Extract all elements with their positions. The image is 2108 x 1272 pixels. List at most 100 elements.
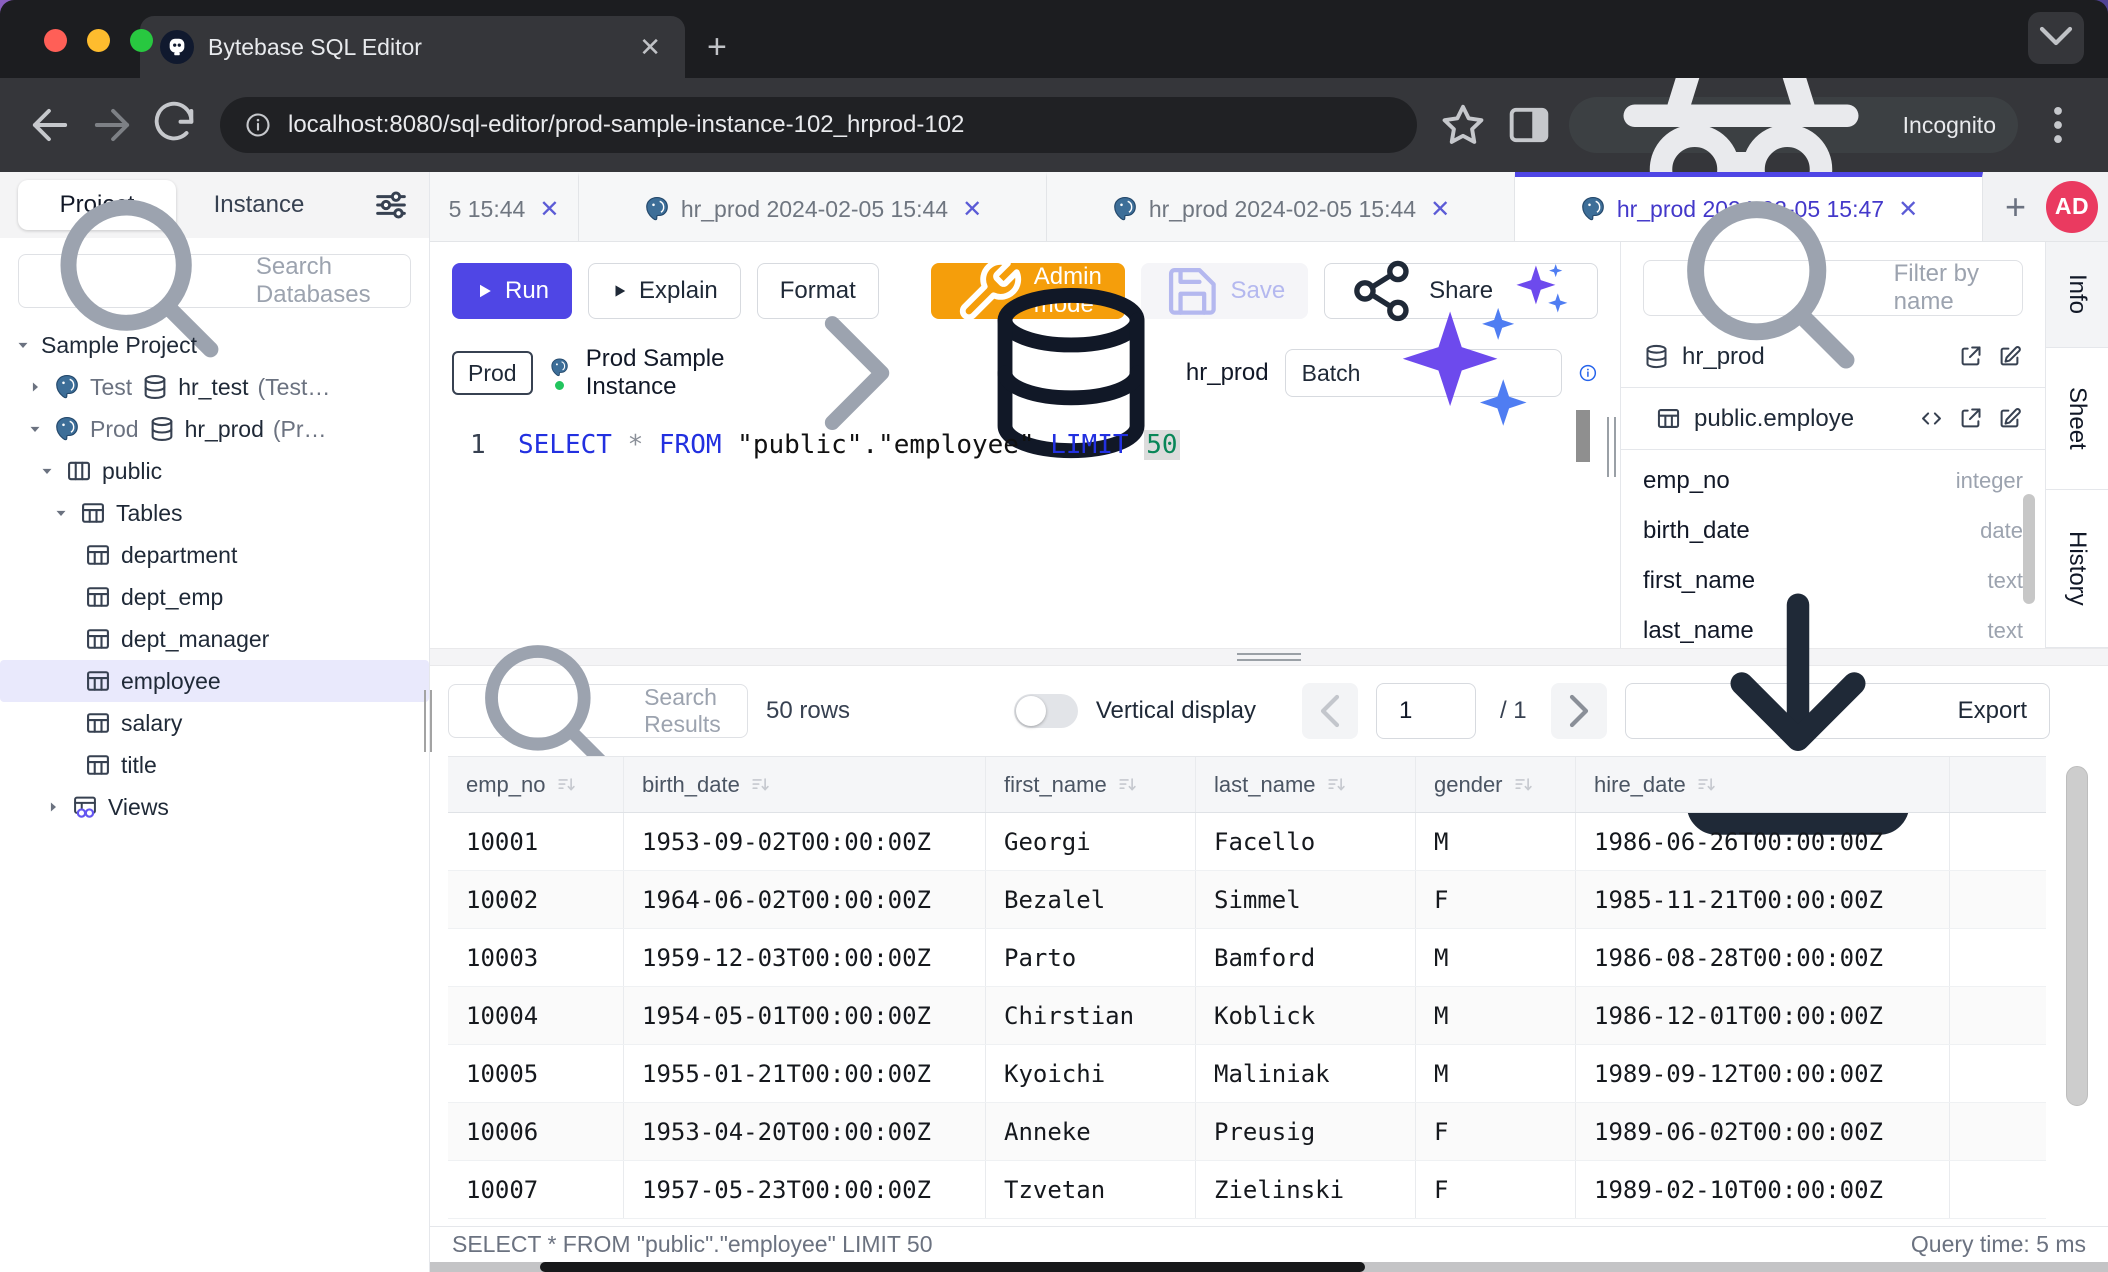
editor-scrollbar[interactable]	[1576, 410, 1590, 462]
site-info-icon[interactable]	[244, 111, 272, 139]
forward-button[interactable]	[86, 99, 138, 151]
browser-tab[interactable]: Bytebase SQL Editor ✕	[140, 16, 685, 78]
caret-right-icon[interactable]	[44, 798, 62, 816]
filter-sliders-icon[interactable]	[371, 185, 411, 225]
panel-scrollbar[interactable]	[2023, 494, 2035, 604]
tree-item-table-dept-emp[interactable]: dept_emp	[0, 576, 429, 618]
table-row[interactable]: 100041954-05-01T00:00:00ZChirstianKoblic…	[448, 987, 2046, 1045]
vertical-display-toggle[interactable]	[1014, 694, 1078, 728]
search-results-input[interactable]: Search Results	[448, 684, 748, 738]
edit-icon[interactable]	[1996, 405, 2023, 432]
edit-icon[interactable]	[1996, 343, 2023, 370]
tree-item-table-title[interactable]: title	[0, 744, 429, 786]
sort-icon[interactable]	[556, 774, 578, 796]
batch-button[interactable]: Batch	[1285, 349, 1563, 397]
column-row-birth_date[interactable]: birth_datedate	[1643, 506, 2023, 556]
sort-icon[interactable]	[1696, 774, 1718, 796]
explain-button[interactable]: Explain	[588, 263, 741, 319]
close-window-button[interactable]	[44, 29, 67, 52]
tree-item-table-employee[interactable]: employee	[0, 660, 429, 702]
info-icon[interactable]	[1578, 358, 1598, 388]
caret-down-icon[interactable]	[26, 420, 44, 438]
tree-item-project-sample-project[interactable]: Sample Project	[0, 324, 429, 366]
side-tab-sheet[interactable]: Sheet	[2046, 348, 2108, 490]
column-header-gender[interactable]: gender	[1416, 757, 1576, 812]
tree-item-database-hr-prod[interactable]: Prodhr_prod(Pr…	[0, 408, 429, 450]
zoom-window-button[interactable]	[130, 29, 153, 52]
cell: 10007	[448, 1161, 624, 1218]
export-button[interactable]: Export	[1625, 683, 2050, 739]
user-avatar[interactable]: AD	[2046, 181, 2098, 233]
tab-search-button[interactable]	[2028, 12, 2084, 64]
bookmark-star-icon[interactable]	[1437, 99, 1489, 151]
close-icon[interactable]: ✕	[962, 195, 982, 224]
panel-resize-handle[interactable]	[1607, 417, 1616, 477]
caret-down-icon[interactable]	[14, 336, 32, 354]
column-header-last_name[interactable]: last_name	[1196, 757, 1416, 812]
tree-item-table-salary[interactable]: salary	[0, 702, 429, 744]
tree-item-table-department[interactable]: department	[0, 534, 429, 576]
editor-tab-2[interactable]: hr_prod 2024-02-05 15:44✕	[579, 172, 1047, 241]
sort-icon[interactable]	[1117, 774, 1139, 796]
back-button[interactable]	[24, 99, 76, 151]
caret-right-icon[interactable]	[26, 378, 44, 396]
panel-database-row[interactable]: hr_prod	[1621, 326, 2045, 388]
column-row-emp_no[interactable]: emp_nointeger	[1643, 456, 2023, 506]
external-link-icon[interactable]	[1957, 405, 1984, 432]
prev-page-button[interactable]	[1302, 683, 1358, 739]
column-header-first_name[interactable]: first_name	[986, 757, 1196, 812]
caret-down-icon[interactable]	[38, 462, 56, 480]
sort-icon[interactable]	[750, 774, 772, 796]
cell: Anneke	[986, 1103, 1196, 1160]
side-panel-icon[interactable]	[1503, 99, 1555, 151]
sidebar-resize-handle[interactable]	[424, 690, 433, 752]
browser-menu-button[interactable]	[2032, 99, 2084, 151]
panel-table-row[interactable]: public.employe	[1621, 388, 2045, 450]
filter-by-name-input[interactable]: Filter by name	[1643, 260, 2023, 316]
tree-item-schema-public[interactable]: public	[0, 450, 429, 492]
horizontal-scrollbar[interactable]	[430, 1262, 2108, 1272]
table-row[interactable]: 100071957-05-23T00:00:00ZTzvetanZielinsk…	[448, 1161, 2046, 1219]
table-row[interactable]: 100021964-06-02T00:00:00ZBezalelSimmelF1…	[448, 871, 2046, 929]
code-icon[interactable]	[1918, 405, 1945, 432]
new-browser-tab-button[interactable]: +	[707, 30, 727, 64]
side-tab-info[interactable]: Info	[2046, 242, 2108, 348]
editor-tab-3[interactable]: hr_prod 2024-02-05 15:44✕	[1047, 172, 1515, 241]
cell: 10004	[448, 987, 624, 1044]
close-icon[interactable]: ✕	[635, 32, 665, 63]
tree-item-database-hr-test[interactable]: Testhr_test(Test…	[0, 366, 429, 408]
minimize-window-button[interactable]	[87, 29, 110, 52]
close-icon[interactable]: ✕	[539, 195, 559, 224]
cell: F	[1416, 871, 1576, 928]
results-scrollbar[interactable]	[2066, 766, 2088, 1106]
sort-icon[interactable]	[1326, 774, 1348, 796]
close-icon[interactable]: ✕	[1898, 195, 1918, 224]
table-row[interactable]: 100031959-12-03T00:00:00ZPartoBamfordM19…	[448, 929, 2046, 987]
tree-item-table-dept-manager[interactable]: dept_manager	[0, 618, 429, 660]
instance-name[interactable]: Prod Sample Instance	[586, 345, 742, 401]
editor-tab-1[interactable]: 5 15:44✕	[430, 172, 579, 241]
sql-editor[interactable]: 1 SELECT * FROM "public"."employee" LIMI…	[430, 406, 1620, 648]
page-input[interactable]	[1376, 683, 1476, 739]
reload-button[interactable]	[148, 99, 200, 151]
tree-item-tables-group[interactable]: Tables	[0, 492, 429, 534]
new-sheet-button[interactable]: +	[2005, 172, 2026, 241]
table-row[interactable]: 100061953-04-20T00:00:00ZAnnekePreusigF1…	[448, 1103, 2046, 1161]
table-row[interactable]: 100051955-01-21T00:00:00ZKyoichiMaliniak…	[448, 1045, 2046, 1103]
column-header-emp_no[interactable]: emp_no	[448, 757, 624, 812]
status-bar: SELECT * FROM "public"."employee" LIMIT …	[430, 1226, 2108, 1262]
sort-icon[interactable]	[1513, 774, 1535, 796]
run-button[interactable]: Run	[452, 263, 572, 319]
search-databases-input[interactable]: Search Databases	[18, 254, 411, 308]
tree-item-views-group[interactable]: Views	[0, 786, 429, 828]
address-bar[interactable]: localhost:8080/sql-editor/prod-sample-in…	[220, 97, 1417, 153]
column-header-hire_date[interactable]: hire_date	[1576, 757, 1950, 812]
close-icon[interactable]: ✕	[1430, 195, 1450, 224]
side-tab-history[interactable]: History	[2046, 490, 2108, 648]
external-link-icon[interactable]	[1957, 343, 1984, 370]
table-row[interactable]: 100011953-09-02T00:00:00ZGeorgiFacelloM1…	[448, 813, 2046, 871]
column-header-birth_date[interactable]: birth_date	[624, 757, 986, 812]
caret-down-icon[interactable]	[52, 504, 70, 522]
next-page-button[interactable]	[1551, 683, 1607, 739]
database-name[interactable]: hr_prod	[1186, 359, 1269, 387]
